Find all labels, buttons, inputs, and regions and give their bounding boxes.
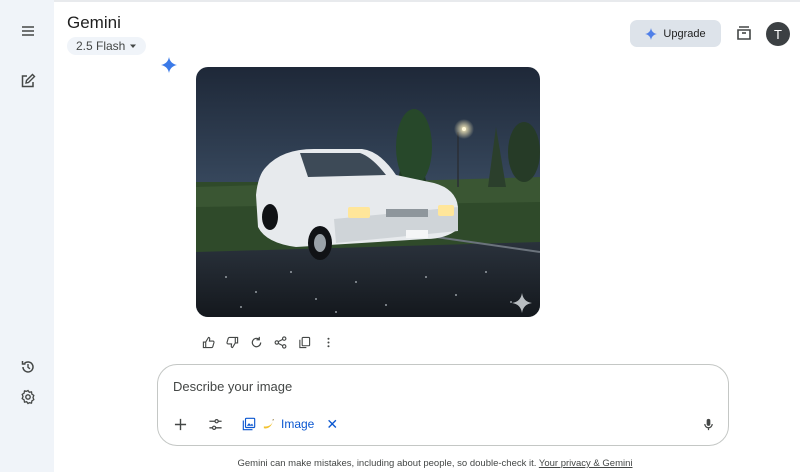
gemini-spark-icon <box>645 27 658 40</box>
more-vert-icon[interactable] <box>316 334 340 350</box>
tools-icon[interactable] <box>206 415 224 433</box>
gemini-logo-icon <box>161 57 177 73</box>
shopping-bag-icon[interactable] <box>735 24 753 42</box>
upgrade-label: Upgrade <box>663 27 706 40</box>
chevron-down-icon <box>130 44 137 48</box>
new-chat-icon[interactable] <box>17 70 39 92</box>
disclaimer-text: Gemini can make mistakes, including abou… <box>237 458 537 469</box>
settings-icon[interactable] <box>17 386 39 408</box>
response-actions <box>196 334 340 350</box>
upgrade-button[interactable]: Upgrade <box>630 20 721 47</box>
mic-icon[interactable] <box>699 415 717 433</box>
image-tool-chip[interactable]: Image ✕ <box>242 415 338 433</box>
app-title: Gemini <box>67 13 121 32</box>
thumbs-up-icon[interactable] <box>196 334 220 350</box>
disclaimer-footer: Gemini can make mistakes, including abou… <box>0 458 800 469</box>
redo-icon[interactable] <box>244 334 268 350</box>
history-icon[interactable] <box>17 356 39 378</box>
model-selector[interactable]: 2.5 Flash <box>67 37 147 55</box>
banana-icon <box>263 418 274 428</box>
menu-icon[interactable] <box>17 20 39 42</box>
image-tool-icon <box>242 417 256 431</box>
avatar[interactable]: T <box>766 22 790 46</box>
sidebar <box>0 0 54 472</box>
add-icon[interactable] <box>171 415 189 433</box>
model-label: 2.5 Flash <box>76 39 126 53</box>
privacy-link[interactable]: Your privacy & Gemini <box>539 458 633 469</box>
close-icon[interactable]: ✕ <box>326 416 338 433</box>
thumbs-down-icon[interactable] <box>220 334 244 350</box>
generated-image[interactable] <box>196 67 540 317</box>
top-divider <box>54 0 800 2</box>
share-icon[interactable] <box>268 334 292 350</box>
copy-icon[interactable] <box>292 334 316 350</box>
prompt-input[interactable] <box>173 379 673 394</box>
image-tool-label: Image <box>281 417 315 431</box>
prompt-composer: Image ✕ <box>157 364 729 446</box>
